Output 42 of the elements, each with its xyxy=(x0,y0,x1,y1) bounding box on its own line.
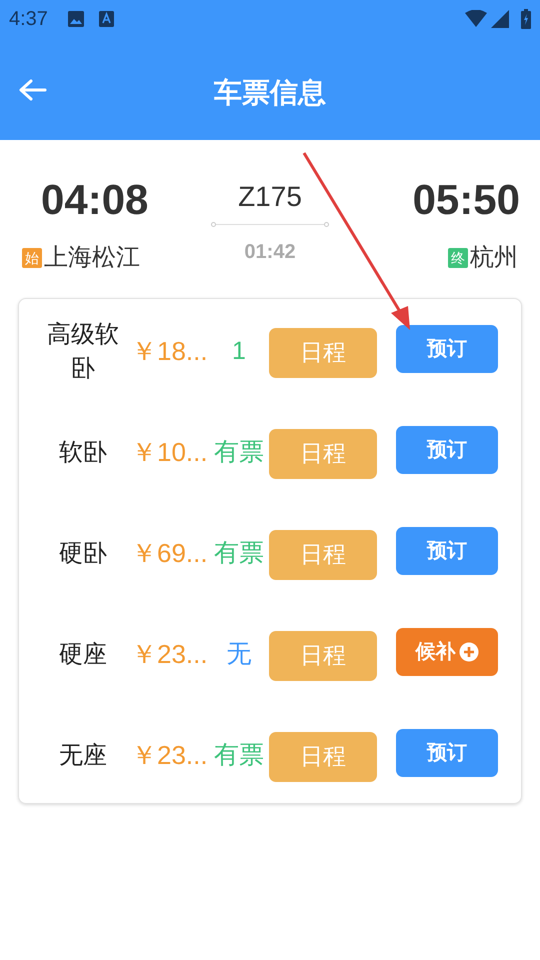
book-button[interactable]: 预订 xyxy=(396,324,498,372)
train-number: Z175 xyxy=(238,180,302,214)
destination-badge: 终 xyxy=(448,248,468,268)
availability: 有票 xyxy=(213,740,265,771)
text-icon xyxy=(98,10,114,26)
book-button[interactable]: 预订 xyxy=(396,728,498,776)
origin-badge: 始 xyxy=(22,248,42,268)
battery-icon xyxy=(521,8,531,28)
origin-station: 上海松江 xyxy=(44,243,140,273)
availability: 1 xyxy=(231,336,247,367)
departure-time: 04:08 xyxy=(41,176,148,224)
wifi-icon xyxy=(465,10,487,27)
seat-price: ￥10... xyxy=(131,436,209,469)
duration: 01:42 xyxy=(244,240,296,265)
signal-icon xyxy=(491,10,509,28)
plus-circle-icon xyxy=(458,642,478,662)
availability: 无 xyxy=(226,638,252,670)
seat-price: ￥23... xyxy=(131,638,209,671)
destination-station: 杭州 xyxy=(470,243,518,273)
waitlist-button[interactable]: 候补 xyxy=(396,628,498,676)
arrival-time: 05:50 xyxy=(412,176,520,224)
schedule-button[interactable]: 日程 xyxy=(269,428,377,478)
back-arrow-icon[interactable] xyxy=(19,79,47,101)
schedule-button[interactable]: 日程 xyxy=(269,630,377,680)
seat-price: ￥69... xyxy=(131,537,209,570)
book-button[interactable]: 预订 xyxy=(396,426,498,474)
status-time: 4:37 xyxy=(9,6,48,32)
availability: 有票 xyxy=(213,538,265,569)
seat-type: 软卧 xyxy=(58,438,108,468)
schedule-button[interactable]: 日程 xyxy=(269,328,377,378)
schedule-button[interactable]: 日程 xyxy=(269,530,377,580)
seat-type: 无座 xyxy=(58,740,108,770)
image-icon xyxy=(66,10,85,28)
seat-type: 硬座 xyxy=(58,640,108,670)
seat-type: 高级软卧 xyxy=(46,320,120,384)
page-title: 车票信息 xyxy=(214,76,326,110)
availability: 有票 xyxy=(213,436,265,468)
seat-type: 硬卧 xyxy=(58,538,108,568)
book-button[interactable]: 预订 xyxy=(396,526,498,574)
schedule-button[interactable]: 日程 xyxy=(269,732,377,782)
seat-price: ￥23... xyxy=(131,739,209,772)
seat-price: ￥18... xyxy=(131,335,209,368)
